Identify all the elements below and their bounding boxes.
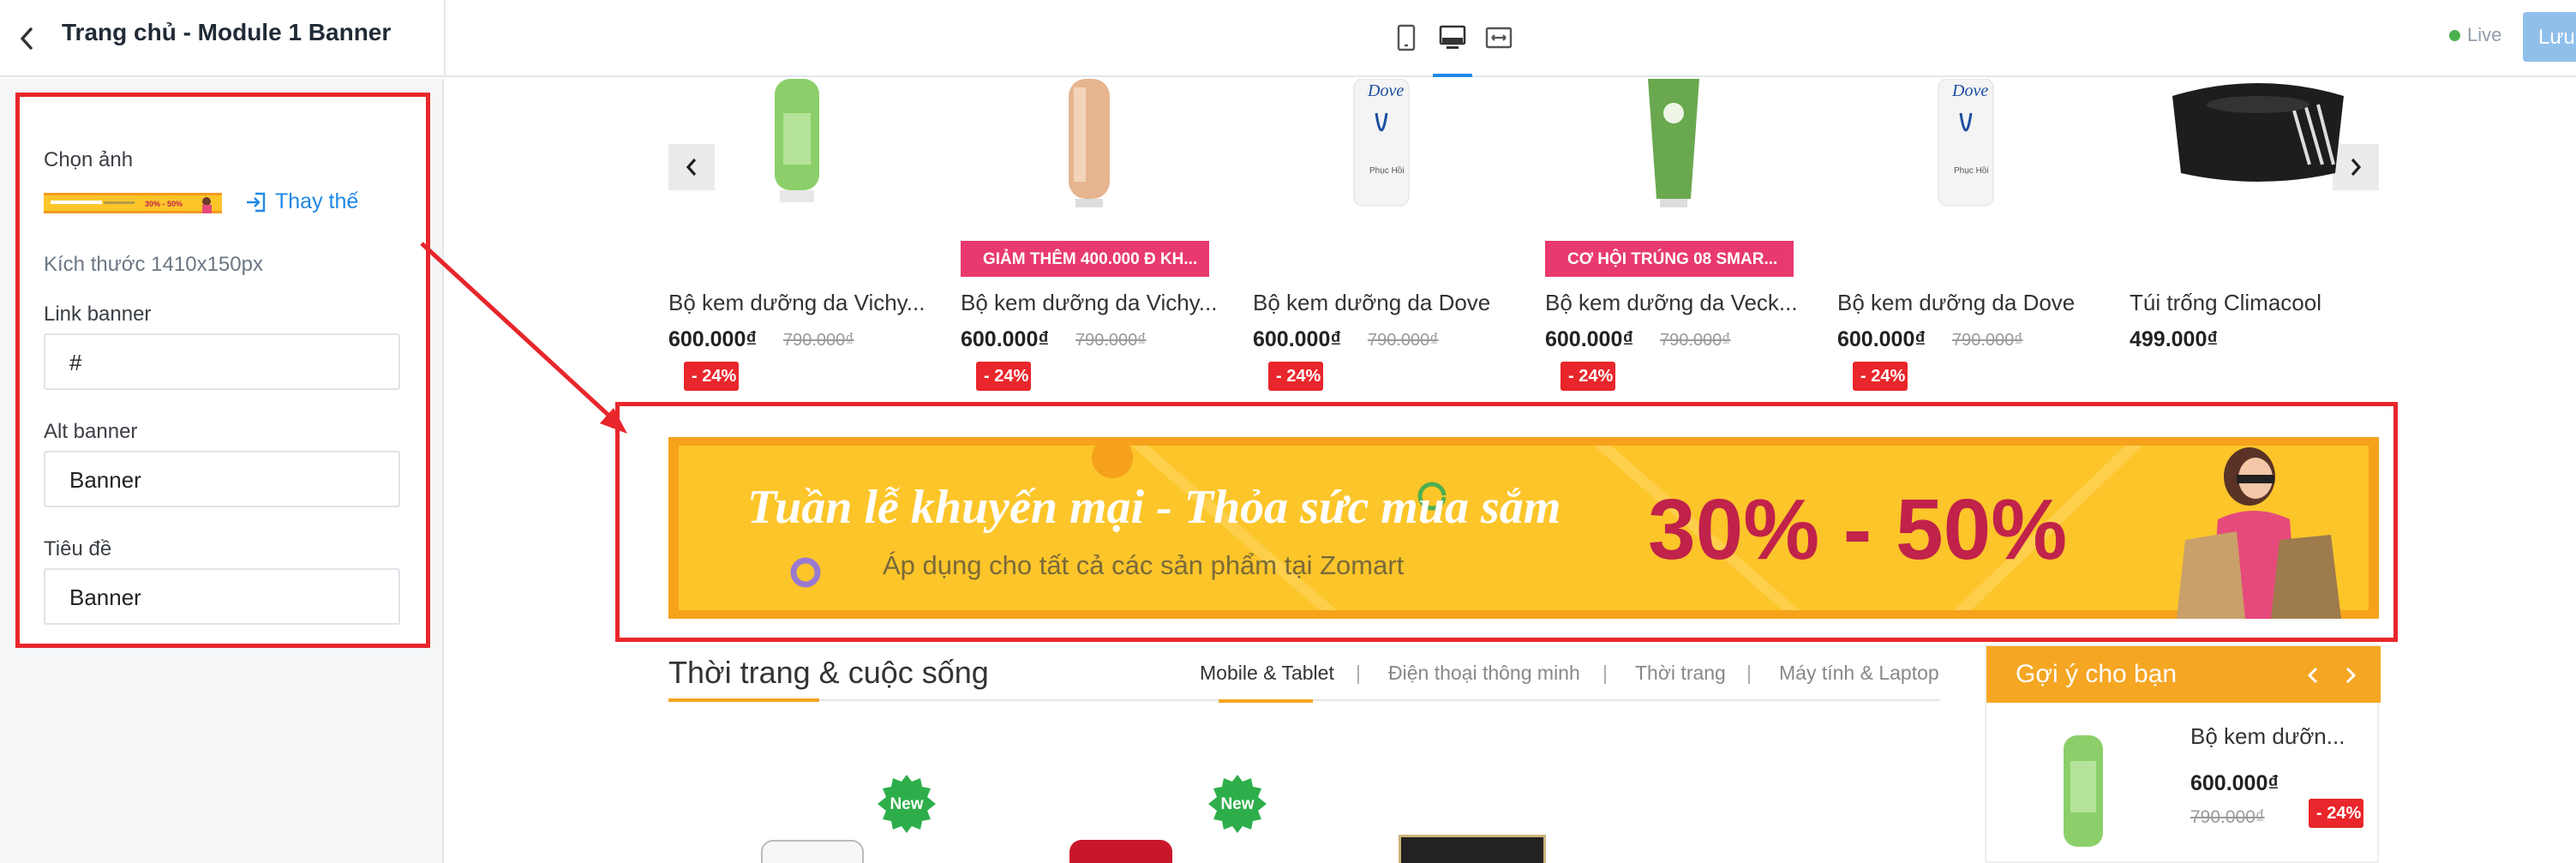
svg-text:Phục Hồi: Phục Hồi xyxy=(1954,165,1989,176)
title-input[interactable]: Banner xyxy=(44,568,400,625)
product-old-price: 790.000₫ xyxy=(1075,331,1147,350)
promo-tag: CƠ HỘI TRÚNG 08 SMAR... xyxy=(1545,241,1794,277)
svg-text:30% - 50%: 30% - 50% xyxy=(145,200,183,208)
replace-image-link[interactable]: Thay thế xyxy=(244,189,358,214)
link-banner-input[interactable]: # xyxy=(44,333,400,390)
product-price: 499.000₫ xyxy=(2130,327,2219,351)
product-card[interactable]: CƠ HỘI TRÚNG 08 SMAR... Bộ kem dưỡng da … xyxy=(1545,79,1802,405)
product-price: 600.000₫ xyxy=(1253,327,1342,351)
tab-separator: | xyxy=(1746,662,1752,684)
product-name: Bộ kem dưỡng da Dove xyxy=(1837,290,2076,315)
tab-separator: | xyxy=(1356,662,1361,684)
product-card[interactable]: GIẢM THÊM 400.000 Đ KH... Bộ kem dưỡng d… xyxy=(961,79,1218,405)
discount-badge: - 24% xyxy=(2309,799,2363,828)
product-price: 600.000₫ xyxy=(1837,327,1926,351)
back-button[interactable] xyxy=(12,19,41,58)
product-name: Túi trống Climacool xyxy=(2130,290,2321,315)
desktop-icon xyxy=(1439,25,1466,49)
chevron-left-icon xyxy=(21,27,33,50)
import-icon xyxy=(247,192,266,212)
device-desktop-button[interactable] xyxy=(1431,17,1474,77)
product-card[interactable]: Dove Phục Hồi Bộ kem dưỡng da Dove 600.00… xyxy=(1253,79,1510,405)
product-image xyxy=(2130,79,2387,216)
discount-badge: - 24% xyxy=(1853,362,1908,391)
product-card[interactable]: Dove Phục Hồi Bộ kem dưỡng da Dove 600.00… xyxy=(1837,79,2094,405)
promo-tag: GIẢM THÊM 400.000 Đ KH... xyxy=(961,241,1209,277)
product-price: 600.000₫ xyxy=(1545,327,1634,351)
tab-mobile-tablet[interactable]: Mobile & Tablet xyxy=(1200,662,1334,685)
settings-panel: Chọn ảnh 30% - 50% Thay thế Kích thước 1… xyxy=(0,79,444,863)
alt-banner-label: Alt banner xyxy=(44,420,138,443)
product-old-price: 790.000₫ xyxy=(1952,331,2023,350)
product-image: Dove Phục Hồi xyxy=(1253,79,1510,216)
discount-badge: - 24% xyxy=(1561,362,1615,391)
product-old-price: 790.000₫ xyxy=(783,331,854,350)
save-button[interactable]: Lưu xyxy=(2523,12,2576,62)
product-image xyxy=(961,79,1218,216)
device-mobile-button[interactable] xyxy=(1385,17,1428,58)
tab-laptop[interactable]: Máy tính & Laptop xyxy=(1779,662,1939,685)
top-bar: Trang chủ - Module 1 Banner Live Lưu xyxy=(0,0,2576,77)
suggest-box: Gợi ý cho bạn Bộ kem dưỡn... 600.000₫ 79… xyxy=(1985,644,2381,863)
discount-badge: - 24% xyxy=(976,362,1031,391)
suggest-product-old-price: 790.000₫ xyxy=(2190,807,2265,827)
product-image xyxy=(668,79,926,216)
size-hint: Kích thước 1410x150px xyxy=(44,253,263,276)
tab-smartphone[interactable]: Điện thoại thông minh xyxy=(1388,662,1580,685)
product-name: Bộ kem dưỡng da Vichy... xyxy=(961,290,1218,315)
product-card[interactable]: Túi trống Climacool 499.000₫ xyxy=(2130,79,2387,405)
discount-badge: - 24% xyxy=(1268,362,1323,391)
chevron-right-icon[interactable] xyxy=(2339,665,2360,686)
section-title-accent xyxy=(668,698,819,702)
banner-highlight-box xyxy=(615,402,2398,642)
fullwidth-icon xyxy=(1485,27,1513,49)
product-card[interactable]: Bộ kem dưỡng da Vichy... 600.000₫ 790.00… xyxy=(668,79,926,405)
new-badge: New xyxy=(1208,775,1267,833)
banner-thumbnail[interactable]: 30% - 50% xyxy=(44,193,222,213)
svg-text:New: New xyxy=(1220,795,1254,813)
product-name: Bộ kem dưỡng da Vichy... xyxy=(668,290,926,315)
svg-text:Dove: Dove xyxy=(1951,81,1988,100)
product-image xyxy=(761,840,864,863)
suggest-product-price: 600.000₫ xyxy=(2190,771,2279,795)
banner-thumbnail-image: 30% - 50% xyxy=(44,193,222,213)
new-badge: New xyxy=(878,775,936,833)
choose-image-label: Chọn ảnh xyxy=(44,148,134,171)
divider xyxy=(444,0,446,77)
product-price: 600.000₫ xyxy=(961,327,1050,351)
banner-settings-card: Chọn ảnh 30% - 50% Thay thế Kích thước 1… xyxy=(15,93,430,648)
mobile-icon xyxy=(1397,24,1416,51)
product-image xyxy=(1545,79,1802,216)
tab-fashion[interactable]: Thời trang xyxy=(1635,662,1726,685)
live-status[interactable]: Live xyxy=(2449,24,2501,46)
product-image xyxy=(1399,835,1546,863)
suggest-product-name: Bộ kem dưỡn... xyxy=(2190,723,2345,749)
device-fullwidth-button[interactable] xyxy=(1477,17,1520,58)
link-banner-label: Link banner xyxy=(44,303,152,326)
chevron-left-icon[interactable] xyxy=(2303,665,2324,686)
suggest-product-image xyxy=(2064,735,2103,847)
page-title: Trang chủ - Module 1 Banner xyxy=(62,19,392,45)
section-title: Thời trang & cuộc sống xyxy=(668,655,989,690)
discount-badge: - 24% xyxy=(684,362,739,391)
active-tab-indicator xyxy=(1219,699,1313,703)
product-image: Dove Phục Hồi xyxy=(1837,79,2094,216)
svg-text:New: New xyxy=(890,795,923,813)
live-label: Live xyxy=(2467,24,2502,45)
live-dot-icon xyxy=(2449,29,2460,41)
product-old-price: 790.000₫ xyxy=(1368,331,1439,350)
product-name: Bộ kem dưỡng da Dove xyxy=(1253,290,1491,315)
alt-banner-input[interactable]: Banner xyxy=(44,451,400,507)
product-image xyxy=(1069,840,1172,863)
tab-separator: | xyxy=(1603,662,1608,684)
title-label: Tiêu đề xyxy=(44,537,112,560)
replace-label: Thay thế xyxy=(275,189,359,213)
product-old-price: 790.000₫ xyxy=(1660,331,1731,350)
product-name: Bộ kem dưỡng da Veck... xyxy=(1545,290,1798,315)
svg-text:Dove: Dove xyxy=(1367,81,1404,100)
svg-text:Phục Hồi: Phục Hồi xyxy=(1369,165,1405,176)
product-price: 600.000₫ xyxy=(668,327,758,351)
